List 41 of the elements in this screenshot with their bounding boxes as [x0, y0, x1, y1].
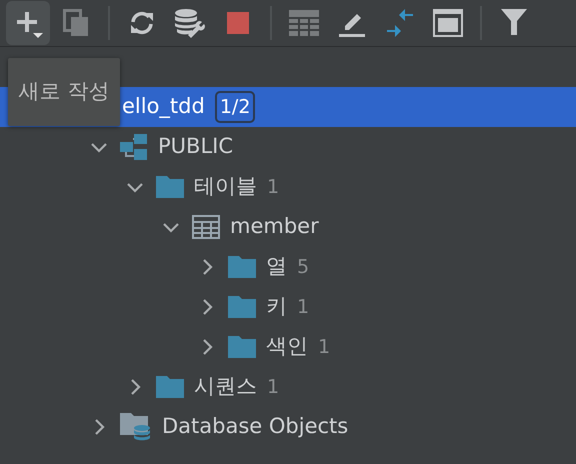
tree-item-label[interactable]: 테이블	[194, 171, 257, 203]
tree-row[interactable]: Database Objects	[0, 407, 576, 447]
database-wrench-icon	[174, 8, 206, 38]
refresh-icon	[128, 9, 156, 37]
folder-database-icon	[120, 413, 152, 441]
tree-item-label[interactable]: ello_tdd	[122, 91, 205, 123]
folder-icon	[228, 296, 256, 318]
tree-item-label[interactable]: 키	[266, 291, 287, 323]
arrows-inward-icon	[385, 8, 415, 38]
tree-row[interactable]: 색인 1	[0, 327, 576, 367]
schema-icon	[120, 134, 148, 160]
folder-icon	[228, 336, 256, 358]
count-badge: 1/2	[214, 90, 256, 124]
tree-row[interactable]: 시퀀스 1	[0, 367, 576, 407]
item-count: 1	[267, 174, 280, 200]
folder-icon	[228, 256, 256, 278]
item-count: 1	[318, 334, 330, 360]
tree-item-label[interactable]: Database Objects	[162, 411, 348, 443]
tree-item-label[interactable]: PUBLIC	[158, 131, 233, 163]
tree-row[interactable]: 열 5	[0, 247, 576, 287]
tree-item-label[interactable]: 색인	[266, 331, 308, 363]
toolbar-button[interactable]	[6, 1, 50, 45]
tooltip: 새로 작성	[8, 58, 120, 126]
folder-icon	[156, 176, 184, 198]
stop-icon	[227, 12, 249, 34]
tree-item-label[interactable]: member	[230, 211, 319, 243]
item-count: 5	[297, 254, 310, 280]
ql-console-icon	[433, 9, 463, 37]
copy-icon	[63, 9, 89, 37]
filter-icon	[501, 9, 527, 37]
tree-item-label[interactable]: 열	[266, 251, 287, 283]
table-icon	[192, 215, 220, 239]
tree-row[interactable]: PUBLIC	[0, 127, 576, 167]
folder-icon	[156, 376, 184, 398]
tree-row[interactable]: 테이블 1	[0, 167, 576, 207]
tree-row[interactable]: 키 1	[0, 287, 576, 327]
item-count: 1	[297, 294, 310, 320]
tree-item-label[interactable]: 시퀀스	[194, 371, 257, 403]
item-count: 1	[267, 374, 280, 400]
tree-row[interactable]: member	[0, 207, 576, 247]
table-icon	[289, 10, 319, 36]
